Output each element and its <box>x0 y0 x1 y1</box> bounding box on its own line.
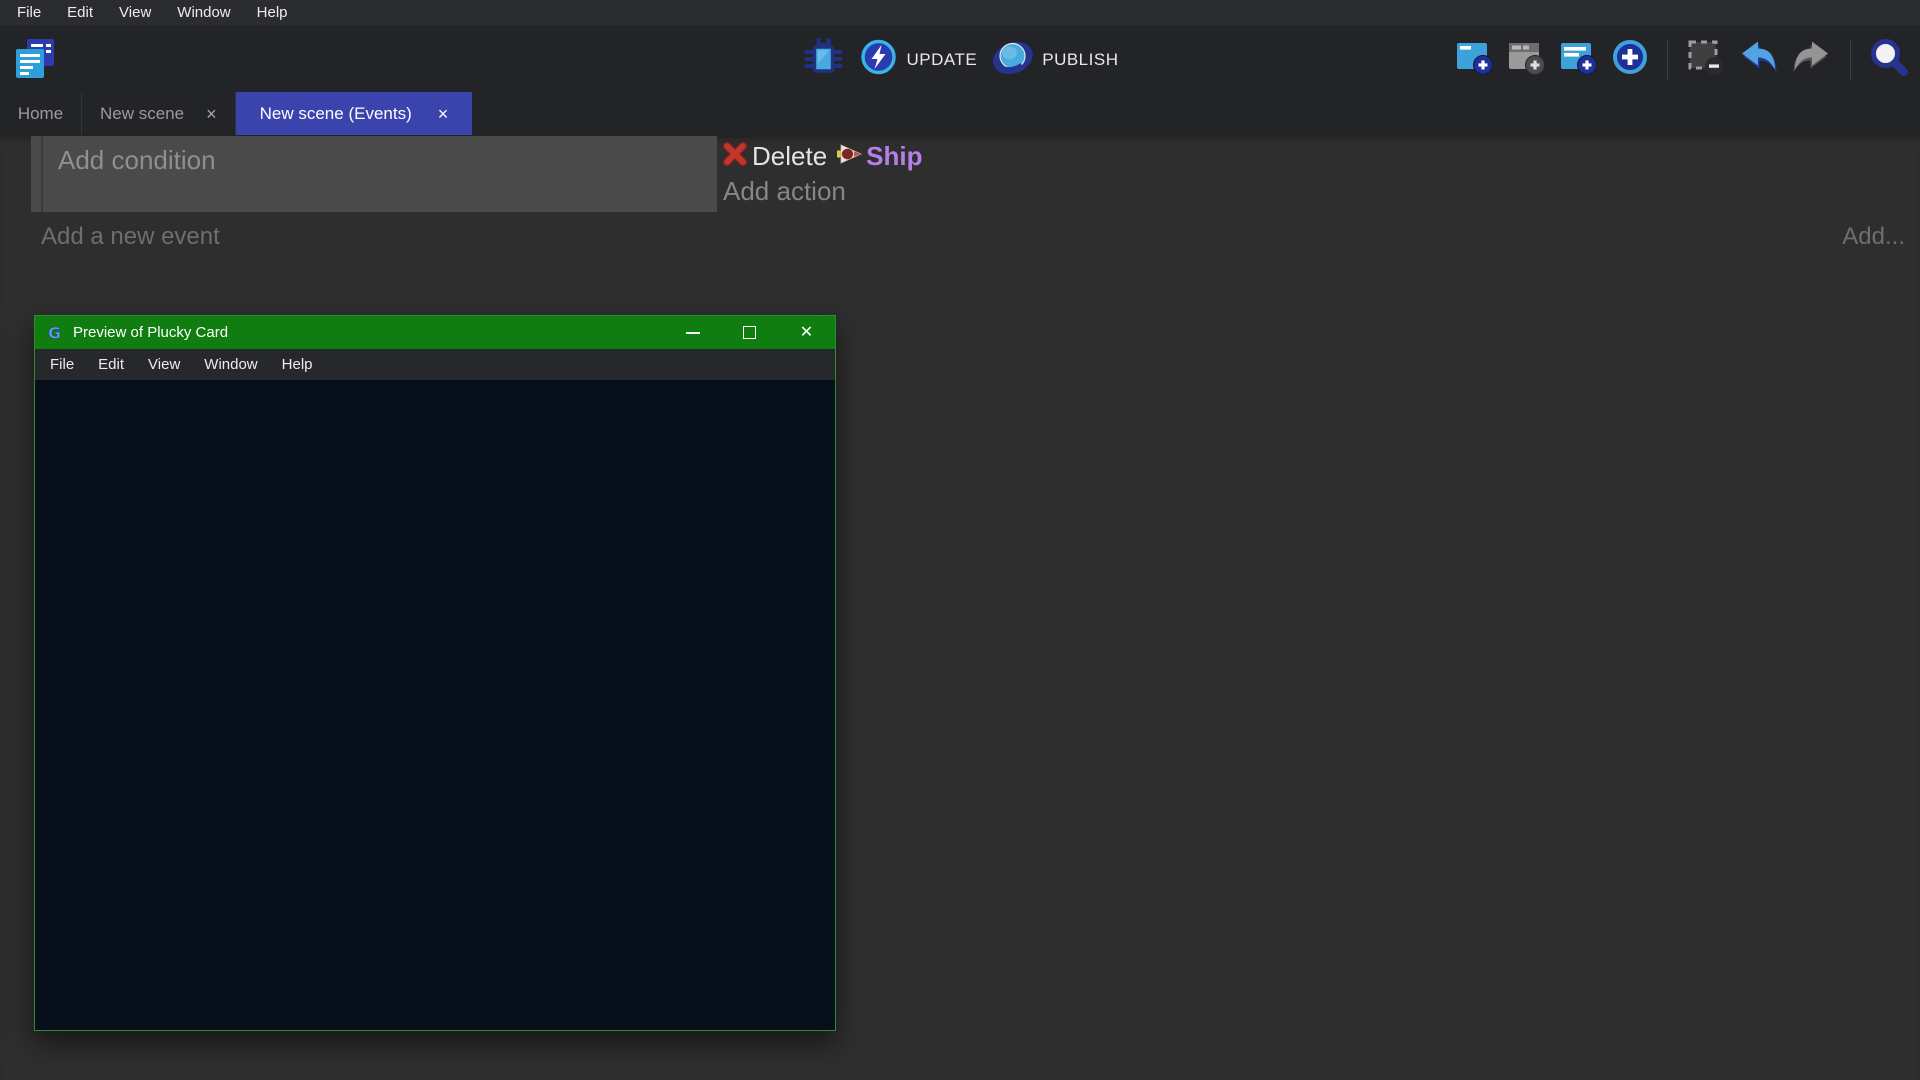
svg-text:G: G <box>48 324 61 342</box>
gdevelop-logo-icon: G <box>46 324 64 342</box>
tab-new-scene[interactable]: New scene × <box>82 92 236 135</box>
menu-edit[interactable]: Edit <box>54 0 106 26</box>
action-name: Delete <box>752 141 827 172</box>
menu-file[interactable]: File <box>4 0 54 26</box>
undo-button[interactable] <box>1737 38 1779 81</box>
toolbar-separator <box>1667 39 1668 81</box>
tab-bar: Home New scene × New scene (Events) × <box>0 92 1920 135</box>
menu-view[interactable]: View <box>106 0 164 26</box>
menu-window[interactable]: Window <box>164 0 243 26</box>
delete-action-icon <box>723 141 747 172</box>
preview-window: G Preview of Plucky Card ✕ File Edit Vie… <box>34 315 836 1031</box>
tab-close-icon[interactable]: × <box>206 105 217 123</box>
close-icon: ✕ <box>800 325 813 341</box>
tab-new-scene-events[interactable]: New scene (Events) × <box>236 92 473 135</box>
add-subevent-icon <box>1506 37 1546 82</box>
add-new-event-button[interactable]: Add a new event <box>41 223 220 251</box>
minimize-button[interactable] <box>664 316 721 349</box>
preview-window-title: Preview of Plucky Card <box>73 324 664 341</box>
add-action-placeholder[interactable]: Add action <box>723 176 923 207</box>
publish-icon <box>991 36 1033 83</box>
debugger-button[interactable] <box>802 35 846 84</box>
update-button[interactable]: UPDATE <box>860 38 978 81</box>
choose-add-event-icon <box>1610 37 1650 82</box>
maximize-icon <box>743 326 756 339</box>
choose-add-event-button[interactable] <box>1610 37 1650 82</box>
actions-column: Delete Ship Add action <box>717 136 923 212</box>
add-more-button[interactable]: Add... <box>1842 223 1905 251</box>
event-row: Add condition Delete <box>31 136 1920 212</box>
update-label: UPDATE <box>907 50 978 70</box>
add-event-button[interactable] <box>1454 37 1494 82</box>
project-manager-icon <box>12 36 58 87</box>
preview-menu-view[interactable]: View <box>136 350 192 380</box>
preview-menu-edit[interactable]: Edit <box>86 350 136 380</box>
app-menubar: File Edit View Window Help <box>0 0 1920 27</box>
main-toolbar: UPDATE PUBLISH <box>0 27 1920 92</box>
minimize-icon <box>686 332 700 334</box>
tab-label: New scene (Events) <box>260 104 412 124</box>
redo-button[interactable] <box>1791 38 1833 81</box>
redo-icon <box>1791 38 1833 81</box>
action-delete-ship[interactable]: Delete Ship <box>723 141 923 172</box>
toolbar-separator <box>1850 39 1851 81</box>
maximize-button[interactable] <box>721 316 778 349</box>
action-object-name: Ship <box>866 141 922 172</box>
events-sheet: Add condition Delete <box>0 135 1920 1080</box>
tab-close-icon[interactable]: × <box>438 105 449 123</box>
preview-menu-window[interactable]: Window <box>192 350 269 380</box>
preview-menu-help[interactable]: Help <box>270 350 325 380</box>
delete-selection-button[interactable] <box>1685 37 1725 82</box>
add-event-icon <box>1454 37 1494 82</box>
tab-label: Home <box>18 104 63 124</box>
preview-menu-file[interactable]: File <box>38 350 86 380</box>
event-drag-handle[interactable] <box>31 136 43 212</box>
preview-menubar: File Edit View Window Help <box>35 349 835 380</box>
add-condition-placeholder[interactable]: Add condition <box>58 145 216 175</box>
add-subevent-button[interactable] <box>1506 37 1546 82</box>
debugger-icon <box>802 35 846 84</box>
project-manager-button[interactable] <box>12 36 58 87</box>
menu-help[interactable]: Help <box>244 0 301 26</box>
search-events-button[interactable] <box>1868 36 1910 83</box>
ship-object-icon <box>837 143 863 170</box>
preview-titlebar[interactable]: G Preview of Plucky Card ✕ <box>35 316 835 349</box>
add-other-events-icon <box>1558 37 1598 82</box>
conditions-column[interactable]: Add condition <box>43 136 717 212</box>
publish-button[interactable]: PUBLISH <box>991 36 1118 83</box>
close-button[interactable]: ✕ <box>778 316 835 349</box>
publish-label: PUBLISH <box>1042 50 1118 70</box>
search-icon <box>1868 36 1910 83</box>
add-other-events-button[interactable] <box>1558 37 1598 82</box>
tab-label: New scene <box>100 104 184 124</box>
update-icon <box>860 38 898 81</box>
tab-home[interactable]: Home <box>0 92 82 135</box>
delete-selection-icon <box>1685 37 1725 82</box>
game-preview-canvas[interactable] <box>35 380 835 1030</box>
undo-icon <box>1737 38 1779 81</box>
